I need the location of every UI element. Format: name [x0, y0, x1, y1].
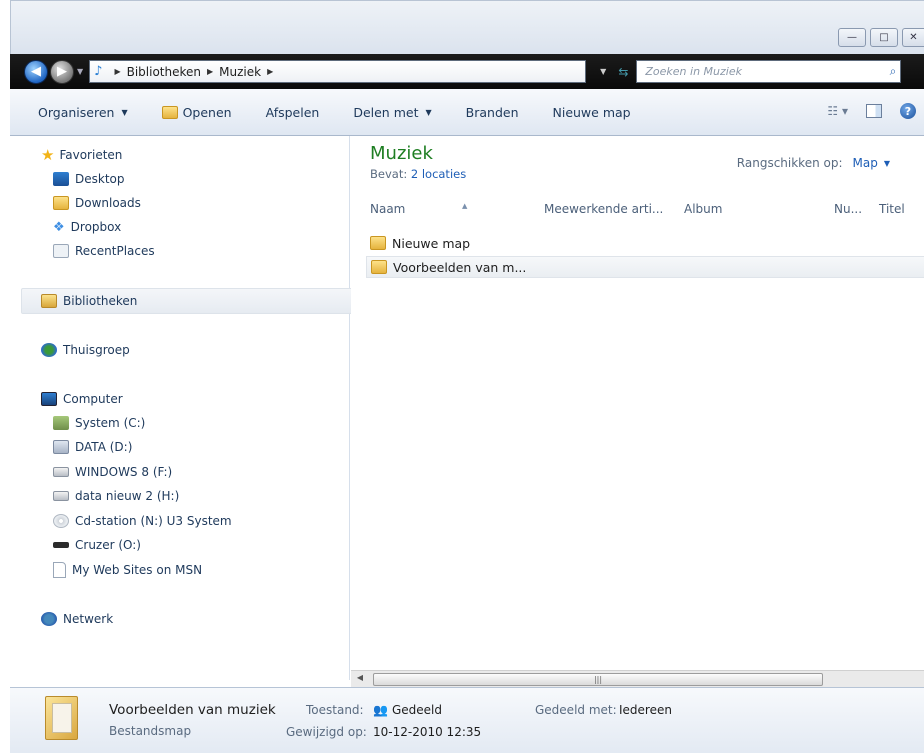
breadcrumb[interactable]: ♪ ▶ Bibliotheken ▶ Muziek ▶ [89, 60, 587, 83]
nav-item-dropbox[interactable]: ❖ Dropbox [53, 216, 121, 238]
dropbox-icon: ❖ [53, 220, 65, 235]
breadcrumb-item-libraries[interactable]: Bibliotheken ▶ [127, 65, 220, 79]
chevron-down-icon: ▼ [425, 107, 432, 117]
breadcrumb-root-arrow[interactable]: ▶ [108, 67, 126, 76]
music-library-icon: ♪ [94, 64, 103, 79]
folder-open-icon [161, 105, 178, 119]
search-icon[interactable]: ⌕ [890, 64, 897, 79]
help-icon[interactable]: ? [900, 103, 916, 119]
forward-button[interactable]: ▶ [50, 59, 74, 84]
view-options-icon[interactable]: ☷ ▾ [827, 104, 848, 118]
drive-icon [53, 440, 69, 454]
search-input[interactable]: Zoeken in Muziek ⌕ [636, 60, 902, 83]
arrange-by: Rangschikken op: Map ▼ [736, 156, 890, 170]
command-toolbar: Organiseren ▼ Openen Afspelen Delen met ▼ … [10, 89, 924, 136]
details-name: Voorbeelden van muziek [109, 702, 276, 718]
arrow-right-icon: ▶ [57, 64, 67, 79]
close-button[interactable]: ✕ [902, 28, 924, 47]
play-button[interactable]: Afspelen [266, 105, 320, 120]
content-pane: Muziek Bevat: 2 locaties Rangschikken op… [351, 136, 924, 670]
window-controls: — □ ✕ [838, 28, 924, 47]
details-state-value: 👥 Gedeeld [373, 703, 442, 717]
network-icon [41, 612, 57, 626]
nav-favorites[interactable]: ★ Favorieten [41, 144, 122, 166]
details-modified-value: 10-12-2010 12:35 [373, 725, 482, 739]
web-folder-icon [53, 562, 66, 578]
downloads-folder-icon [53, 196, 69, 210]
maximize-button[interactable]: □ [870, 28, 898, 47]
sort-ascending-icon: ▲ [462, 202, 468, 210]
back-button[interactable]: ◀ [24, 59, 48, 84]
nav-homegroup[interactable]: Thuisgroep [41, 339, 130, 361]
nav-item-downloads[interactable]: Downloads [53, 192, 141, 214]
details-state-label: Toestand: [306, 703, 364, 717]
share-button[interactable]: Delen met ▼ [353, 105, 431, 120]
library-title: Muziek [370, 143, 433, 164]
list-item[interactable]: Voorbeelden van m... [366, 256, 924, 278]
list-item[interactable]: Nieuwe map [366, 232, 470, 254]
chevron-down-icon[interactable]: ▼ [884, 159, 890, 170]
locations-link[interactable]: 2 locaties [411, 167, 466, 181]
nav-item-drive-n[interactable]: Cd-station (N:) U3 System [53, 510, 232, 532]
new-folder-button[interactable]: Nieuwe map [553, 105, 631, 120]
column-header-name[interactable]: Naam [370, 202, 405, 216]
column-header-artists[interactable]: Meewerkende arti... [544, 202, 663, 216]
system-drive-icon [53, 416, 69, 430]
nav-libraries[interactable]: Bibliotheken [41, 290, 137, 312]
nav-item-recentplaces[interactable]: RecentPlaces [53, 240, 155, 262]
burn-button[interactable]: Branden [466, 105, 519, 120]
navigation-pane: ★ Favorieten Desktop Downloads ❖ Dropbox R… [10, 136, 357, 680]
minimize-button[interactable]: — [838, 28, 866, 47]
folder-icon [45, 696, 78, 740]
column-header-title[interactable]: Titel [879, 202, 905, 216]
usb-drive-icon [53, 542, 69, 548]
chevron-down-icon: ▼ [121, 107, 128, 117]
nav-network[interactable]: Netwerk [41, 608, 113, 630]
details-shared-value: Iedereen [619, 703, 672, 717]
arrange-by-dropdown[interactable]: Map [853, 156, 878, 170]
address-bar: ◀ ▶ ▼ ♪ ▶ Bibliotheken ▶ Muziek ▶ ▼ ⇆ Zoek… [10, 54, 924, 89]
drive-icon [53, 491, 69, 501]
details-modified-label: Gewijzigd op: [286, 725, 367, 739]
arrow-left-icon: ◀ [31, 64, 41, 79]
shared-users-icon: 👥 [373, 703, 388, 717]
details-pane: Voorbeelden van muziek Bestandsmap Toest… [10, 687, 924, 753]
nav-item-desktop[interactable]: Desktop [53, 168, 125, 190]
organize-button[interactable]: Organiseren ▼ [38, 105, 128, 120]
nav-item-drive-f[interactable]: WINDOWS 8 (F:) [53, 461, 172, 483]
computer-icon [41, 392, 57, 406]
open-button[interactable]: Openen [161, 105, 232, 120]
column-header-number[interactable]: Nu... [834, 202, 862, 216]
star-icon: ★ [41, 146, 55, 164]
address-dropdown-icon[interactable]: ▼ [600, 67, 606, 76]
nav-item-drive-o[interactable]: Cruzer (O:) [53, 534, 141, 556]
title-bar: — □ ✕ [10, 0, 924, 54]
folder-icon [371, 260, 387, 274]
nav-computer[interactable]: Computer [41, 388, 123, 410]
folder-icon [370, 236, 386, 250]
toolbar-right-group: ☷ ▾ ? [827, 103, 916, 119]
details-shared-label: Gedeeld met: [535, 703, 617, 717]
preview-pane-icon[interactable] [866, 104, 882, 118]
homegroup-icon [41, 343, 57, 357]
nav-item-mywebsites[interactable]: My Web Sites on MSN [53, 559, 202, 581]
nav-item-drive-d[interactable]: DATA (D:) [53, 436, 132, 458]
column-headers: ▲ Naam Meewerkende arti... Album Nu... T… [370, 198, 924, 222]
nav-item-drive-c[interactable]: System (C:) [53, 412, 145, 434]
details-type: Bestandsmap [109, 724, 192, 738]
scroll-thumb[interactable]: ||| [373, 673, 823, 686]
horizontal-scrollbar[interactable]: ◀ ||| [351, 670, 924, 687]
recent-pages-dropdown[interactable]: ▼ [77, 67, 83, 76]
desktop-icon [53, 172, 69, 186]
library-locations: Bevat: 2 locaties [370, 167, 467, 181]
column-header-album[interactable]: Album [684, 202, 722, 216]
scroll-left-button[interactable]: ◀ [353, 673, 367, 686]
cd-drive-icon [53, 514, 69, 528]
drive-icon [53, 467, 69, 477]
nav-item-drive-h[interactable]: data nieuw 2 (H:) [53, 485, 179, 507]
breadcrumb-item-music[interactable]: Muziek ▶ [219, 65, 279, 79]
library-icon [41, 294, 57, 308]
refresh-icon[interactable]: ⇆ [618, 65, 628, 79]
recent-places-icon [53, 244, 69, 258]
